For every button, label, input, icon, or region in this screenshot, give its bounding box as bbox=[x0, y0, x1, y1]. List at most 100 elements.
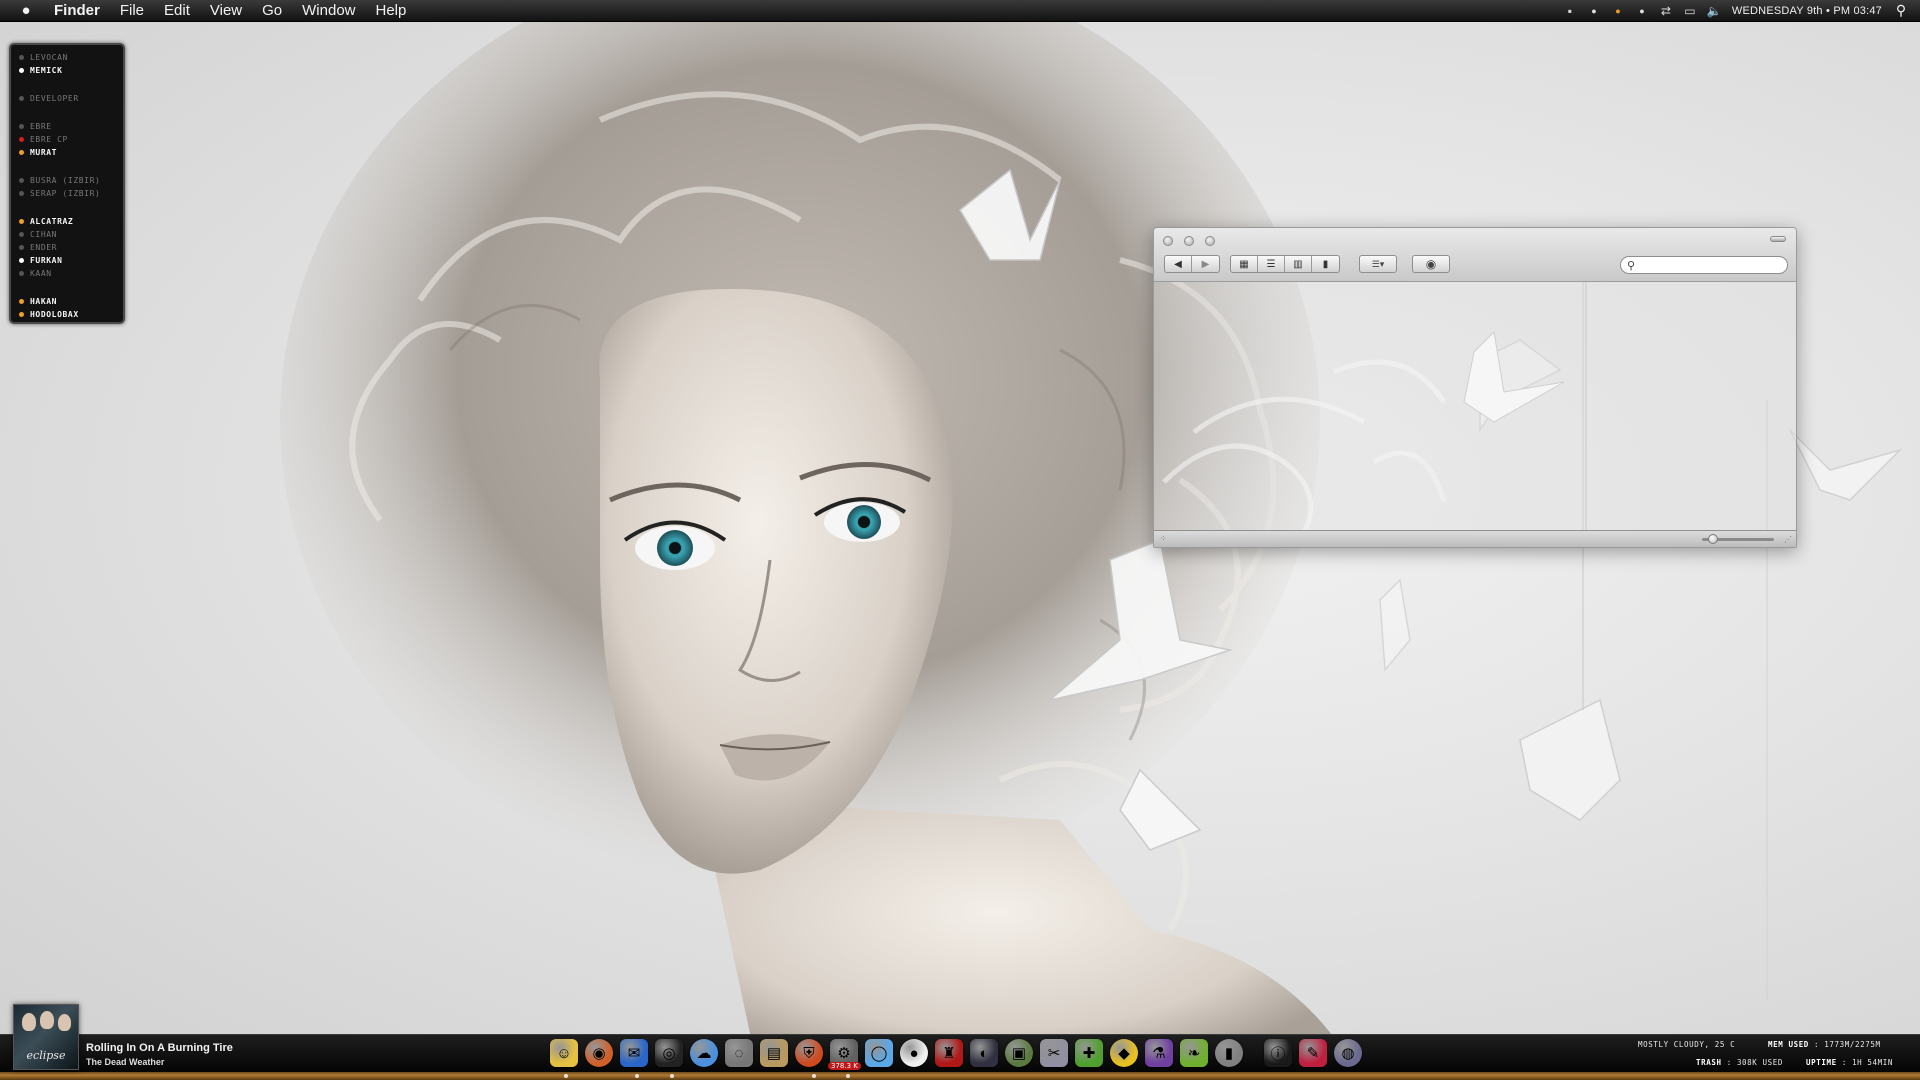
cube-icon[interactable]: ◆ bbox=[1110, 1039, 1138, 1067]
contact-name: HAKAN bbox=[30, 296, 58, 306]
trash-orb-icon[interactable]: ◍ bbox=[1334, 1039, 1362, 1067]
menu-clock[interactable]: WEDNESDAY 9th • PM 03:47 bbox=[1726, 5, 1890, 17]
contact-name: HODOLOBAX bbox=[30, 309, 79, 319]
icon-view-icon[interactable]: ▦ bbox=[1231, 256, 1258, 272]
contact-name: SERAP (IZBIR) bbox=[30, 188, 101, 198]
contact-name: MEMICK bbox=[30, 65, 63, 75]
contact-item[interactable]: ENDER bbox=[19, 241, 57, 253]
chat-bubble-icon[interactable]: ▪ bbox=[1558, 4, 1582, 18]
info-icon[interactable]: ⓘ bbox=[1264, 1039, 1292, 1067]
contact-item[interactable]: EBRE bbox=[19, 120, 52, 132]
mem-value: 1773M/2275M bbox=[1824, 1040, 1881, 1049]
back-button[interactable]: ◀ bbox=[1165, 256, 1192, 272]
plug-icon[interactable]: ⚗ bbox=[1145, 1039, 1173, 1067]
finder-content-area[interactable] bbox=[1154, 282, 1796, 530]
volume-icon[interactable]: 🔈 bbox=[1702, 4, 1726, 18]
contact-item[interactable]: DEVELOPER bbox=[19, 92, 79, 104]
icon-size-slider[interactable] bbox=[1702, 534, 1774, 544]
contact-name: EBRE CP bbox=[30, 134, 68, 144]
contact-item[interactable]: HODOLOBAX bbox=[19, 308, 79, 320]
column-view-icon[interactable]: ▥ bbox=[1285, 256, 1312, 272]
forward-button[interactable]: ▶ bbox=[1192, 256, 1219, 272]
quick-look-button[interactable]: ◉ bbox=[1412, 255, 1450, 273]
minimize-button[interactable] bbox=[1184, 236, 1194, 246]
slider-knob[interactable] bbox=[1708, 534, 1719, 544]
close-button[interactable] bbox=[1163, 236, 1173, 246]
contact-item[interactable]: BUSRA (IZBIR) bbox=[19, 174, 100, 186]
resize-grip-icon[interactable]: ⋰ bbox=[1784, 535, 1792, 544]
contact-item[interactable]: KAAN bbox=[19, 267, 52, 279]
finder-window: ◀ ▶ ▦ ☰ ▥ ▮ ☰▾ ◉ ⚲ ⁘ ⋰ bbox=[1153, 227, 1797, 548]
status-dot-icon bbox=[19, 190, 24, 196]
list-view-icon[interactable]: ☰ bbox=[1258, 256, 1285, 272]
utility-bar-icon[interactable]: ▮ bbox=[1215, 1039, 1243, 1067]
zoom-button[interactable] bbox=[1205, 236, 1215, 246]
shield-icon[interactable]: ⛨ bbox=[795, 1039, 823, 1067]
album-art[interactable]: eclipse bbox=[13, 1004, 79, 1070]
status-dot-icon bbox=[19, 136, 24, 142]
photo-frame-icon[interactable]: ▣ bbox=[1005, 1039, 1033, 1067]
music-dark-icon[interactable]: ◐ bbox=[970, 1039, 998, 1067]
menu-go[interactable]: Go bbox=[252, 0, 292, 22]
contact-item[interactable]: CIHAN bbox=[19, 228, 57, 240]
contact-name: MURAT bbox=[30, 147, 58, 157]
menu-edit[interactable]: Edit bbox=[154, 0, 200, 22]
status-dot-icon bbox=[19, 270, 24, 276]
running-indicator bbox=[635, 1074, 639, 1078]
mail-bird-icon[interactable]: ✉ bbox=[620, 1039, 648, 1067]
quicktime-icon[interactable]: ◌ bbox=[725, 1039, 753, 1067]
sync-icon[interactable]: ⇄ bbox=[1654, 4, 1678, 18]
search-icon: ⚲ bbox=[1627, 259, 1636, 272]
contact-name: DEVELOPER bbox=[30, 93, 79, 103]
contact-item[interactable]: MURAT bbox=[19, 146, 57, 158]
status-dot-away-icon[interactable]: ● bbox=[1606, 6, 1630, 16]
sidebar-grip-icon[interactable]: ⁘ bbox=[1160, 534, 1167, 543]
running-indicator bbox=[812, 1074, 816, 1078]
finder-face-icon[interactable]: ☺ bbox=[550, 1039, 578, 1067]
preview-icon[interactable]: ▤ bbox=[760, 1039, 788, 1067]
contact-item[interactable]: MEMICK bbox=[19, 64, 63, 76]
menu-view[interactable]: View bbox=[200, 0, 252, 22]
status-dot-icon bbox=[19, 123, 24, 129]
finder-search-field[interactable]: ⚲ bbox=[1620, 256, 1788, 274]
leaf-icon[interactable]: ❧ bbox=[1180, 1039, 1208, 1067]
status-dot-icon[interactable]: ● bbox=[1582, 6, 1606, 16]
menu-finder[interactable]: Finder bbox=[52, 0, 110, 22]
contact-item[interactable]: SERAP (IZBIR) bbox=[19, 187, 100, 199]
action-menu-button[interactable]: ☰▾ bbox=[1359, 255, 1397, 273]
eye-icon: ◉ bbox=[1425, 257, 1437, 271]
cloud-icon[interactable]: ☁ bbox=[690, 1039, 718, 1067]
contact-item[interactable]: FURKAN bbox=[19, 254, 63, 266]
status-dot-online-icon[interactable]: ● bbox=[1630, 6, 1654, 16]
display-icon[interactable]: ▭ bbox=[1678, 4, 1702, 18]
contact-item[interactable]: EBRE CP bbox=[19, 133, 68, 145]
trash-readout: TRASH : 308K USED bbox=[1696, 1058, 1783, 1067]
spotlight-search-icon[interactable]: ⚲ bbox=[1890, 2, 1912, 19]
penguin-icon[interactable]: ● bbox=[900, 1039, 928, 1067]
finder-status-bar: ⁘ ⋰ bbox=[1154, 530, 1796, 547]
puzzle-icon[interactable]: ✚ bbox=[1075, 1039, 1103, 1067]
window-transparency-reflection bbox=[1162, 282, 1587, 530]
camera-icon[interactable]: ◎ bbox=[655, 1039, 683, 1067]
chat-bubble-icon[interactable]: ◯ bbox=[865, 1039, 893, 1067]
contact-name: ALCATRAZ bbox=[30, 216, 74, 226]
track-title: Rolling In On A Burning Tire bbox=[86, 1042, 233, 1054]
toolbar-toggle-button[interactable] bbox=[1770, 236, 1786, 242]
search-input[interactable] bbox=[1639, 259, 1780, 271]
action-menu-icon: ☰▾ bbox=[1371, 258, 1385, 269]
red-chair-icon[interactable]: ♜ bbox=[935, 1039, 963, 1067]
menu-file[interactable]: File bbox=[110, 0, 154, 22]
contact-item[interactable]: ALCATRAZ bbox=[19, 215, 73, 227]
status-dot-icon bbox=[19, 149, 24, 155]
apple-logo-icon[interactable]: ● bbox=[0, 2, 52, 19]
scissors-icon[interactable]: ✂ bbox=[1040, 1039, 1068, 1067]
menu-window[interactable]: Window bbox=[292, 0, 365, 22]
pencil-icon[interactable]: ✎ bbox=[1299, 1039, 1327, 1067]
menu-help[interactable]: Help bbox=[366, 0, 417, 22]
contact-name: CIHAN bbox=[30, 229, 58, 239]
status-dot-icon bbox=[19, 95, 24, 101]
contact-item[interactable]: HAKAN bbox=[19, 295, 57, 307]
browser-icon[interactable]: ◉ bbox=[585, 1039, 613, 1067]
contact-item[interactable]: LEVOCAN bbox=[19, 51, 68, 63]
coverflow-view-icon[interactable]: ▮ bbox=[1312, 256, 1339, 272]
